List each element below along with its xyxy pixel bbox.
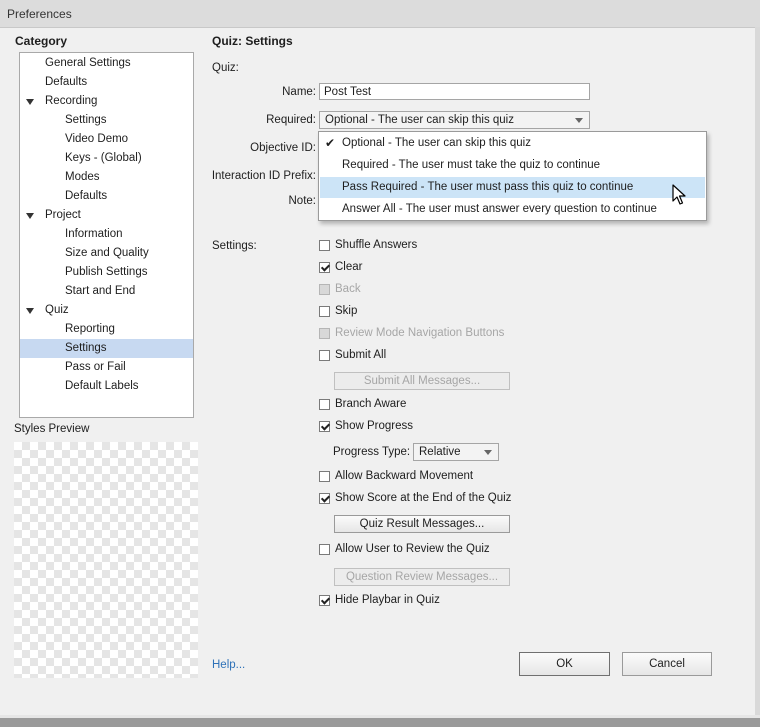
back-label: Back	[335, 283, 361, 295]
window-border-bottom	[0, 715, 760, 727]
required-option[interactable]: Required - The user must take the quiz t…	[320, 155, 705, 176]
show-score-label: Show Score at the End of the Quiz	[335, 492, 512, 504]
required-label: Required:	[266, 114, 316, 126]
interaction-id-prefix-label: Interaction ID Prefix:	[211, 170, 316, 182]
category-item-label: Keys - (Global)	[65, 152, 142, 164]
styles-preview-label: Styles Preview	[14, 423, 90, 435]
name-field[interactable]: Post Test	[319, 83, 590, 100]
progress-type-value: Relative	[419, 446, 461, 458]
category-item-label: General Settings	[45, 57, 131, 69]
category-item[interactable]: Settings	[20, 339, 193, 358]
triangle-down-icon[interactable]	[26, 308, 34, 314]
review-mode-nav-checkbox[interactable]	[319, 328, 330, 339]
triangle-down-icon[interactable]	[26, 99, 34, 105]
hide-playbar-checkbox[interactable]	[319, 595, 330, 606]
title-bar: Preferences	[0, 0, 760, 28]
quiz-section-label: Quiz:	[212, 62, 239, 74]
window-border-right	[755, 27, 760, 717]
note-label: Note:	[288, 195, 317, 207]
objective-id-label: Objective ID:	[250, 142, 316, 154]
branch-aware-label: Branch Aware	[335, 398, 407, 410]
submit-all-label: Submit All	[335, 349, 387, 361]
required-option[interactable]: Pass Required - The user must pass this …	[320, 177, 705, 198]
skip-checkbox[interactable]	[319, 306, 330, 317]
category-header: Category	[15, 34, 68, 48]
quiz-result-messages-button[interactable]: Quiz Result Messages...	[334, 515, 510, 533]
checkmark-icon: ✔	[325, 136, 336, 150]
chevron-down-icon	[575, 118, 583, 123]
chevron-down-icon	[484, 450, 492, 455]
shuffle-answers-label: Shuffle Answers	[335, 239, 418, 251]
required-select[interactable]: Optional - The user can skip this quiz	[319, 111, 590, 129]
category-item-label: Settings	[65, 114, 107, 126]
allow-review-checkbox[interactable]	[319, 544, 330, 555]
category-item-label: Modes	[65, 171, 100, 183]
category-item-label: Recording	[45, 95, 98, 107]
allow-review-label: Allow User to Review the Quiz	[335, 543, 490, 555]
window-title: Preferences	[7, 7, 72, 21]
progress-type-label: Progress Type:	[333, 446, 411, 458]
required-option-label: Optional - The user can skip this quiz	[342, 137, 531, 149]
category-item-label: Reporting	[65, 323, 115, 335]
category-item-label: Video Demo	[65, 133, 129, 145]
allow-backward-label: Allow Backward Movement	[335, 470, 474, 482]
required-select-value: Optional - The user can skip this quiz	[325, 114, 514, 126]
settings-label: Settings:	[212, 240, 257, 252]
skip-label: Skip	[335, 305, 358, 317]
shuffle-answers-checkbox[interactable]	[319, 240, 330, 251]
category-item-label: Quiz	[45, 304, 69, 316]
mouse-pointer-icon	[672, 184, 686, 205]
category-item-label: Defaults	[45, 76, 88, 88]
cancel-button[interactable]: Cancel	[622, 652, 712, 676]
back-checkbox[interactable]	[319, 284, 330, 295]
required-dropdown-list[interactable]: ✔ Optional - The user can skip this quiz R…	[318, 131, 707, 221]
help-link[interactable]: Help...	[212, 659, 245, 671]
styles-preview	[14, 442, 198, 678]
category-item-label: Defaults	[65, 190, 108, 202]
required-option-label: Answer All - The user must answer every …	[342, 203, 657, 215]
clear-label: Clear	[335, 261, 363, 273]
submit-all-checkbox[interactable]	[319, 350, 330, 361]
category-item-label: Size and Quality	[65, 247, 149, 259]
required-option-label: Required - The user must take the quiz t…	[342, 159, 601, 171]
name-label: Name:	[282, 86, 316, 98]
category-item-label: Start and End	[65, 285, 136, 297]
progress-type-select[interactable]: Relative	[413, 443, 499, 461]
show-score-checkbox[interactable]	[319, 493, 330, 504]
required-option-label: Pass Required - The user must pass this …	[342, 181, 634, 193]
branch-aware-checkbox[interactable]	[319, 399, 330, 410]
question-review-messages-button[interactable]: Question Review Messages...	[334, 568, 510, 586]
required-option[interactable]: ✔ Optional - The user can skip this quiz	[320, 133, 705, 154]
category-item-label: Project	[45, 209, 81, 221]
show-progress-checkbox[interactable]	[319, 421, 330, 432]
category-item-label: Pass or Fail	[65, 361, 126, 373]
category-item-label: Settings	[65, 342, 107, 354]
allow-backward-checkbox[interactable]	[319, 471, 330, 482]
category-item-label: Information	[65, 228, 123, 240]
show-progress-label: Show Progress	[335, 420, 413, 432]
triangle-down-icon[interactable]	[26, 213, 34, 219]
category-tree[interactable]: General Settings Defaults Recording Setting…	[19, 52, 194, 418]
hide-playbar-label: Hide Playbar in Quiz	[335, 594, 440, 606]
clear-checkbox[interactable]	[319, 262, 330, 273]
category-item-label: Publish Settings	[65, 266, 148, 278]
required-option[interactable]: Answer All - The user must answer every …	[320, 199, 705, 220]
submit-all-messages-button[interactable]: Submit All Messages...	[334, 372, 510, 390]
review-mode-nav-label: Review Mode Navigation Buttons	[335, 327, 505, 339]
ok-button[interactable]: OK	[519, 652, 610, 676]
page-title: Quiz: Settings	[212, 34, 293, 48]
category-item-label: Default Labels	[65, 380, 139, 392]
